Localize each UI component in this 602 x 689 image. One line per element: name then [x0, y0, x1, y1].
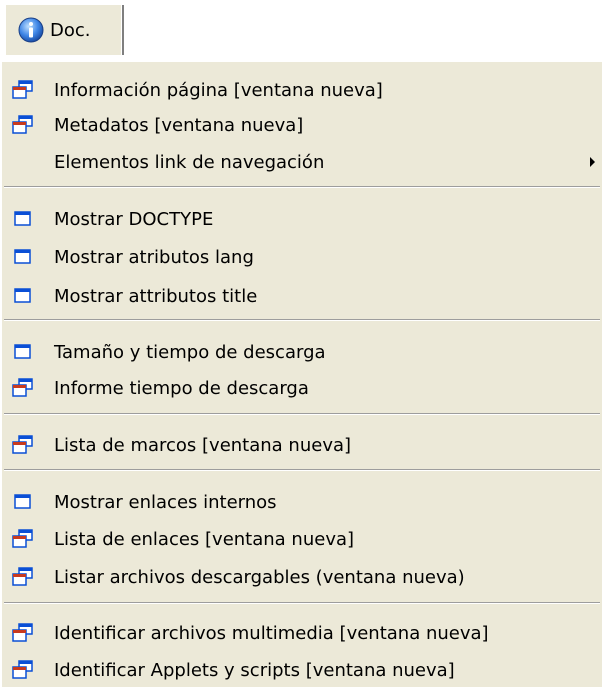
menu-item-elementos-link[interactable]: Elementos link de navegación: [2, 143, 602, 181]
menu-item-listar-archivos-descargables[interactable]: Listar archivos descargables (ventana nu…: [2, 558, 602, 596]
menu-item-metadatos[interactable]: Metadatos [ventana nueva]: [2, 106, 602, 144]
new-window-icon: [12, 435, 33, 454]
menu-item-label: Tamaño y tiempo de descarga: [54, 341, 326, 363]
menu-item-informacion-pagina[interactable]: Información página [ventana nueva]: [2, 71, 602, 109]
menu-item-mostrar-doctype[interactable]: Mostrar DOCTYPE: [2, 200, 602, 238]
new-window-icon: [12, 660, 33, 679]
window-icon: [14, 211, 31, 226]
new-window-icon: [12, 623, 33, 642]
menu-separator: [4, 413, 600, 415]
menu-separator: [4, 186, 600, 188]
menu-item-identificar-applets[interactable]: Identificar Applets y scripts [ventana n…: [2, 651, 602, 689]
info-icon: [18, 17, 44, 43]
menu-item-mostrar-enlaces-internos[interactable]: Mostrar enlaces internos: [2, 483, 602, 521]
new-window-icon: [12, 115, 33, 134]
menu-item-label: Mostrar atributos lang: [54, 246, 254, 268]
doc-menu-label: Doc.: [50, 19, 91, 41]
menu-item-label: Elementos link de navegación: [54, 151, 325, 173]
menu-item-tamano-tiempo[interactable]: Tamaño y tiempo de descarga: [2, 333, 602, 371]
menu-item-informe-tiempo[interactable]: Informe tiempo de descarga: [2, 369, 602, 407]
menu-item-lista-enlaces[interactable]: Lista de enlaces [ventana nueva]: [2, 520, 602, 558]
menu-item-label: Mostrar enlaces internos: [54, 491, 277, 513]
new-window-icon: [12, 378, 33, 397]
new-window-icon: [12, 567, 33, 586]
doc-dropdown-menu: Información página [ventana nueva] Metad…: [0, 60, 602, 687]
menu-item-label: Informe tiempo de descarga: [54, 377, 309, 399]
window-icon: [14, 344, 31, 359]
new-window-icon: [12, 529, 33, 548]
new-window-icon: [12, 80, 33, 99]
menu-item-label: Mostrar attributos title: [54, 285, 258, 307]
submenu-arrow-icon: [590, 157, 595, 167]
menu-item-label: Identificar Applets y scripts [ventana n…: [54, 659, 455, 681]
menu-item-label: Mostrar DOCTYPE: [54, 208, 214, 230]
window-icon: [14, 249, 31, 264]
menu-item-label: Identificar archivos multimedia [ventana…: [54, 622, 489, 644]
menu-item-identificar-multimedia[interactable]: Identificar archivos multimedia [ventana…: [2, 614, 602, 652]
menu-item-label: Información página [ventana nueva]: [54, 79, 383, 101]
window-icon: [14, 288, 31, 303]
menu-item-lista-marcos[interactable]: Lista de marcos [ventana nueva]: [2, 426, 602, 464]
menu-separator: [4, 469, 600, 471]
menu-item-mostrar-attributos-title[interactable]: Mostrar attributos title: [2, 277, 602, 315]
menu-item-label: Metadatos [ventana nueva]: [54, 114, 304, 136]
toolbar: Doc.: [0, 0, 602, 62]
menu-item-mostrar-atributos-lang[interactable]: Mostrar atributos lang: [2, 238, 602, 276]
menu-separator: [4, 319, 600, 321]
doc-menu-button[interactable]: Doc.: [6, 5, 124, 55]
menu-item-label: Lista de marcos [ventana nueva]: [54, 434, 352, 456]
menu-item-label: Listar archivos descargables (ventana nu…: [54, 566, 465, 588]
menu-separator: [4, 602, 600, 604]
window-icon: [14, 494, 31, 509]
menu-item-label: Lista de enlaces [ventana nueva]: [54, 528, 355, 550]
